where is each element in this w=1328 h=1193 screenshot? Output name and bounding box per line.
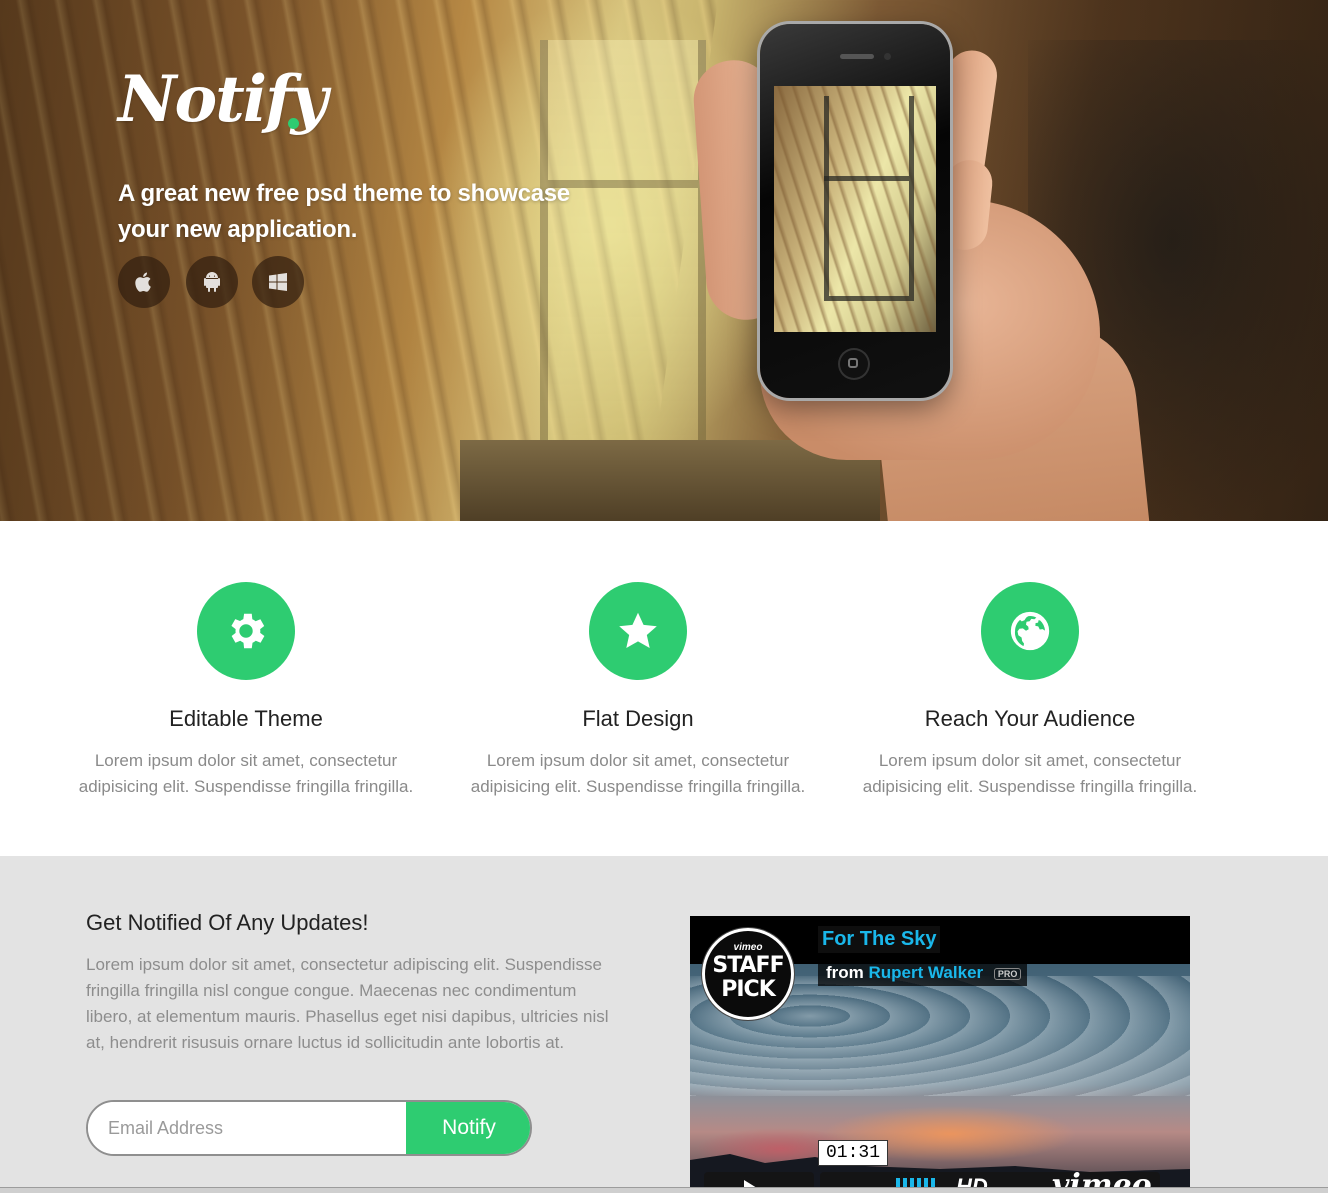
phone-camera	[884, 53, 891, 60]
video-controls: HD vimeo	[690, 1168, 1190, 1188]
video-title[interactable]: For The Sky	[818, 926, 941, 953]
feature-editable-theme: Editable Theme Lorem ipsum dolor sit ame…	[66, 582, 426, 800]
feature-text: Lorem ipsum dolor sit amet, consectetur …	[862, 751, 1198, 796]
android-icon	[204, 272, 220, 292]
phone-speaker	[840, 54, 874, 59]
feature-flat-design: Flat Design Lorem ipsum dolor sit amet, …	[458, 582, 818, 800]
feature-icon-circle	[981, 582, 1079, 680]
notify-body-text: Lorem ipsum dolor sit amet, consectetur …	[86, 955, 609, 1052]
pro-badge: PRO	[993, 967, 1022, 980]
feature-icon-circle	[197, 582, 295, 680]
signup-form: Notify	[86, 1100, 532, 1156]
feature-title: Reach Your Audience	[924, 706, 1136, 731]
notify-heading: Get Notified Of Any Updates!	[86, 910, 369, 935]
video-control-bar: HD vimeo	[820, 1168, 1160, 1188]
play-button[interactable]	[704, 1172, 814, 1188]
android-store-button[interactable]	[186, 256, 238, 308]
windows-store-button[interactable]	[252, 256, 304, 308]
video-author-link[interactable]: Rupert Walker	[869, 963, 984, 982]
hd-toggle[interactable]: HD	[956, 1174, 988, 1188]
video-timecode: 01:31	[818, 1140, 889, 1166]
feature-icon-circle	[589, 582, 687, 680]
globe-icon	[1010, 611, 1050, 651]
windows-icon	[269, 273, 287, 291]
video-from-label: from	[826, 963, 864, 982]
feature-title: Editable Theme	[169, 706, 323, 731]
video-byline: from Rupert Walker PRO	[818, 960, 1028, 986]
staff-pick-badge[interactable]: vimeo STAFF PICK	[702, 928, 794, 1020]
phone-home-button	[838, 348, 870, 380]
feature-text: Lorem ipsum dolor sit amet, consectetur …	[470, 751, 806, 796]
hero-section: Notify A great new free psd theme to sho…	[0, 0, 1328, 521]
vimeo-logo[interactable]: vimeo	[1052, 1168, 1152, 1188]
notify-button[interactable]: Notify	[406, 1102, 530, 1154]
video-player[interactable]: vimeo STAFF PICK For The Sky from Rupert…	[690, 916, 1190, 1188]
feature-text: Lorem ipsum dolor sit amet, consectetur …	[78, 751, 414, 796]
hero-tagline: A great new free psd theme to showcase y…	[118, 180, 570, 243]
staff-pick-brand: vimeo	[733, 942, 763, 953]
staff-pick-text: STAFF PICK	[712, 953, 784, 1002]
apple-icon	[135, 272, 151, 292]
gear-icon	[231, 613, 265, 649]
bottom-divider	[0, 1187, 1328, 1193]
feature-title: Flat Design	[582, 706, 694, 731]
apple-store-button[interactable]	[118, 256, 170, 308]
email-field[interactable]	[88, 1102, 426, 1154]
star-icon	[619, 612, 657, 649]
logo-dot	[288, 118, 299, 129]
phone-screen	[774, 86, 936, 332]
phone-mockup	[760, 24, 950, 398]
notify-section: Get Notified Of Any Updates! Lorem ipsum…	[0, 856, 1328, 1192]
feature-reach-audience: Reach Your Audience Lorem ipsum dolor si…	[850, 582, 1210, 800]
